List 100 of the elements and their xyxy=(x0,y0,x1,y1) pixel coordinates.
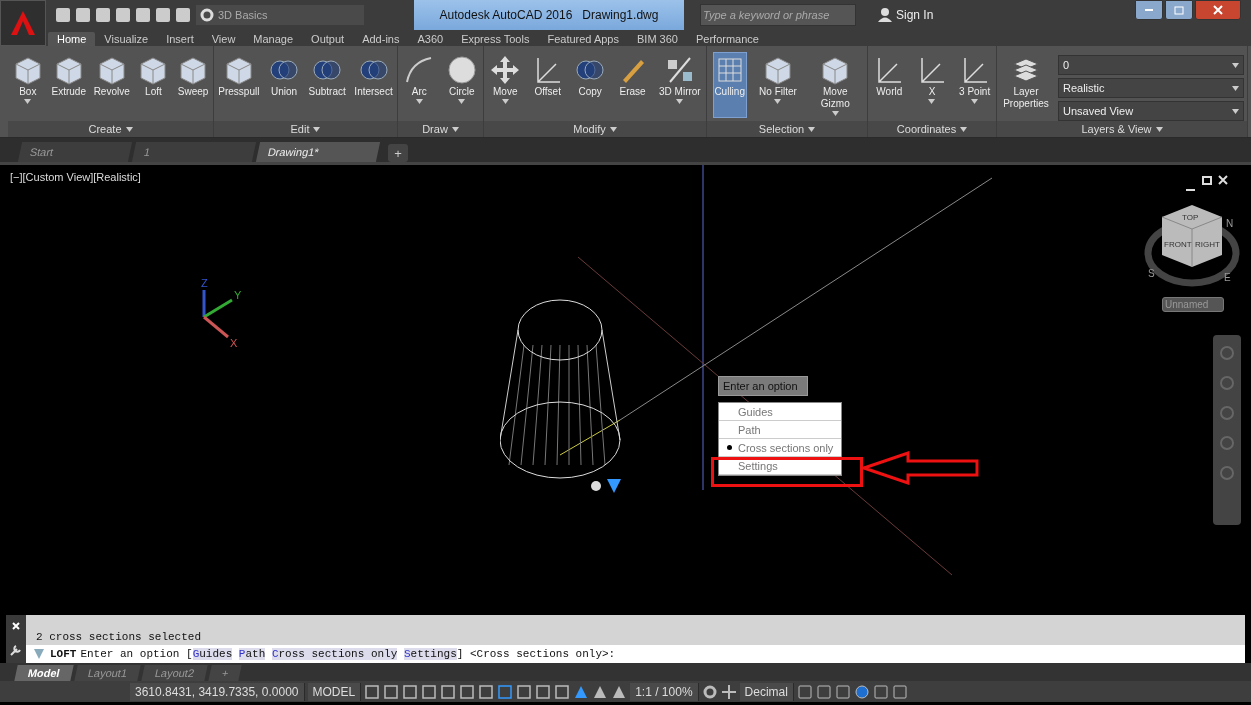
panel-title[interactable]: Edit xyxy=(214,121,397,137)
ribbon-tool-button[interactable]: Presspull xyxy=(217,52,261,106)
ribbon-tab[interactable]: Add-ins xyxy=(353,32,409,46)
caret-icon xyxy=(458,98,466,104)
window-title: Autodesk AutoCAD 2016 Drawing1.dwg xyxy=(414,0,684,30)
ribbon-tool-button[interactable]: Culling xyxy=(712,52,747,118)
ribbon-tool-button[interactable]: Arc xyxy=(402,52,437,106)
caret-icon xyxy=(451,126,459,132)
user-icon xyxy=(878,8,892,22)
restore-icon xyxy=(1202,176,1212,185)
caret-icon xyxy=(960,126,968,132)
caret-icon xyxy=(1232,108,1239,114)
annotation-scale-dropdown[interactable]: 1:1 / 100% xyxy=(630,682,699,701)
ribbon-dropdown[interactable]: 0 xyxy=(1058,55,1244,75)
ribbon-tool-button[interactable]: Extrude xyxy=(50,52,87,106)
document-tab[interactable]: 1 xyxy=(131,142,257,162)
caret-icon xyxy=(313,126,321,132)
viewport-label[interactable]: [−][Custom View][Realistic] xyxy=(10,171,141,183)
ribbon-tool-button[interactable]: No Filter xyxy=(758,52,798,106)
ribbon-tab[interactable]: Output xyxy=(302,32,354,46)
layout-tab[interactable]: Model xyxy=(14,665,74,681)
ribbon-tool-button[interactable]: 3D Mirror xyxy=(658,52,702,106)
command-icon xyxy=(32,646,46,661)
plus-icon xyxy=(720,683,737,700)
ribbon-tool-button[interactable]: Sweep xyxy=(176,52,211,106)
sign-in-button[interactable]: Sign In xyxy=(878,8,934,22)
app-menu-button[interactable] xyxy=(0,0,46,46)
ribbon-tool-button[interactable]: Offset xyxy=(530,52,565,106)
ribbon-tool-button[interactable]: Revolve xyxy=(92,52,131,106)
ribbon-tab[interactable]: Performance xyxy=(686,32,768,46)
ribbon-tab[interactable]: Featured Apps xyxy=(538,32,628,46)
ribbon-tool-button[interactable]: Erase xyxy=(615,52,650,106)
caret-icon xyxy=(125,126,133,132)
caret-icon xyxy=(928,98,936,104)
ribbon-tab[interactable]: Home xyxy=(48,32,96,46)
ribbon-tab[interactable]: Express Tools xyxy=(452,32,539,46)
ribbon-dropdown[interactable]: Unsaved View xyxy=(1058,101,1244,121)
caret-icon xyxy=(501,98,509,104)
menu-item[interactable]: Guides xyxy=(719,403,841,421)
ribbon-tool-button[interactable]: Union xyxy=(267,52,301,106)
units-dropdown[interactable]: Decimal xyxy=(739,682,794,701)
ribbon-tool-button[interactable]: Move xyxy=(488,52,523,106)
caret-icon xyxy=(971,98,979,104)
caret-icon xyxy=(1232,62,1239,68)
restore-button[interactable] xyxy=(1165,0,1193,20)
panel-title[interactable]: Modify xyxy=(484,121,706,137)
ribbon-tool-button[interactable]: Intersect xyxy=(353,52,394,106)
ribbon-tool-button[interactable]: Copy xyxy=(573,52,608,106)
close-button[interactable] xyxy=(1195,0,1241,20)
new-layout-button[interactable]: + xyxy=(208,665,243,681)
caret-icon xyxy=(808,126,816,132)
ribbon-tab[interactable]: A360 xyxy=(408,32,453,46)
layout-tab[interactable]: Layout1 xyxy=(74,665,141,681)
minimize-icon xyxy=(1186,189,1195,191)
caret-icon xyxy=(24,98,32,104)
panel-title[interactable]: Layers & View xyxy=(997,121,1247,137)
new-tab-button[interactable]: + xyxy=(388,144,408,162)
restore-icon xyxy=(1174,5,1184,15)
ribbon-tab[interactable]: BIM 360 xyxy=(628,32,687,46)
ribbon-tool-button[interactable]: Subtract xyxy=(307,52,347,106)
panel-title[interactable]: Create xyxy=(8,121,213,137)
ribbon-tab[interactable]: View xyxy=(202,32,245,46)
ribbon-dropdown[interactable]: Realistic xyxy=(1058,78,1244,98)
ribbon-tool-button[interactable]: Move Gizmo xyxy=(809,52,862,118)
ribbon-tool-button[interactable]: Layer Properties xyxy=(1000,52,1052,118)
coordinates-readout[interactable]: 3610.8431, 3419.7335, 0.0000 xyxy=(130,682,305,701)
close-icon xyxy=(11,621,21,631)
command-history: 2 cross sections selected xyxy=(35,629,203,645)
caret-icon xyxy=(676,98,684,104)
panel-title[interactable]: Draw xyxy=(398,121,483,137)
ribbon-tab[interactable]: Manage xyxy=(244,32,303,46)
panel-title[interactable]: Selection xyxy=(707,121,867,137)
menu-item[interactable]: Cross sections only xyxy=(719,439,841,457)
layout-tab[interactable]: Layout2 xyxy=(141,665,208,681)
panel-title[interactable]: Coordinates xyxy=(868,121,996,137)
command-prompt[interactable]: LOFT Enter an option [Guides Path Cross sections only Settings] <Cross sections only>: xyxy=(26,644,1245,663)
ribbon-tab[interactable]: Insert xyxy=(157,32,203,46)
circle-icon xyxy=(445,54,478,86)
ribbon-tool-button[interactable]: Circle xyxy=(444,52,479,106)
close-icon xyxy=(1213,5,1223,15)
caret-icon xyxy=(774,98,782,104)
minimize-button[interactable] xyxy=(1135,0,1163,20)
gear-icon xyxy=(200,8,214,22)
minimize-icon xyxy=(1145,9,1153,11)
search-field[interactable]: Type a keyword or phrase xyxy=(700,4,856,26)
caret-icon xyxy=(831,110,839,116)
ribbon-tool-button[interactable]: Loft xyxy=(136,52,171,106)
letter-a-logo-icon xyxy=(9,9,37,37)
workspace-dropdown[interactable]: 3D Basics xyxy=(196,5,364,25)
caret-icon xyxy=(1155,126,1163,132)
ribbon-tool-button[interactable]: X xyxy=(915,52,949,106)
model-space-button[interactable]: MODEL xyxy=(307,682,362,701)
document-tab[interactable]: Drawing1* xyxy=(255,142,381,162)
ribbon-tool-button[interactable]: World xyxy=(872,52,907,106)
ribbon-tool-button[interactable]: 3 Point xyxy=(957,52,992,106)
document-tab[interactable]: Start xyxy=(17,142,133,162)
close-icon xyxy=(1218,175,1228,185)
ribbon-tool-button[interactable]: Box xyxy=(10,52,45,106)
menu-item[interactable]: Path xyxy=(719,421,841,439)
ribbon-tab[interactable]: Visualize xyxy=(95,32,158,46)
